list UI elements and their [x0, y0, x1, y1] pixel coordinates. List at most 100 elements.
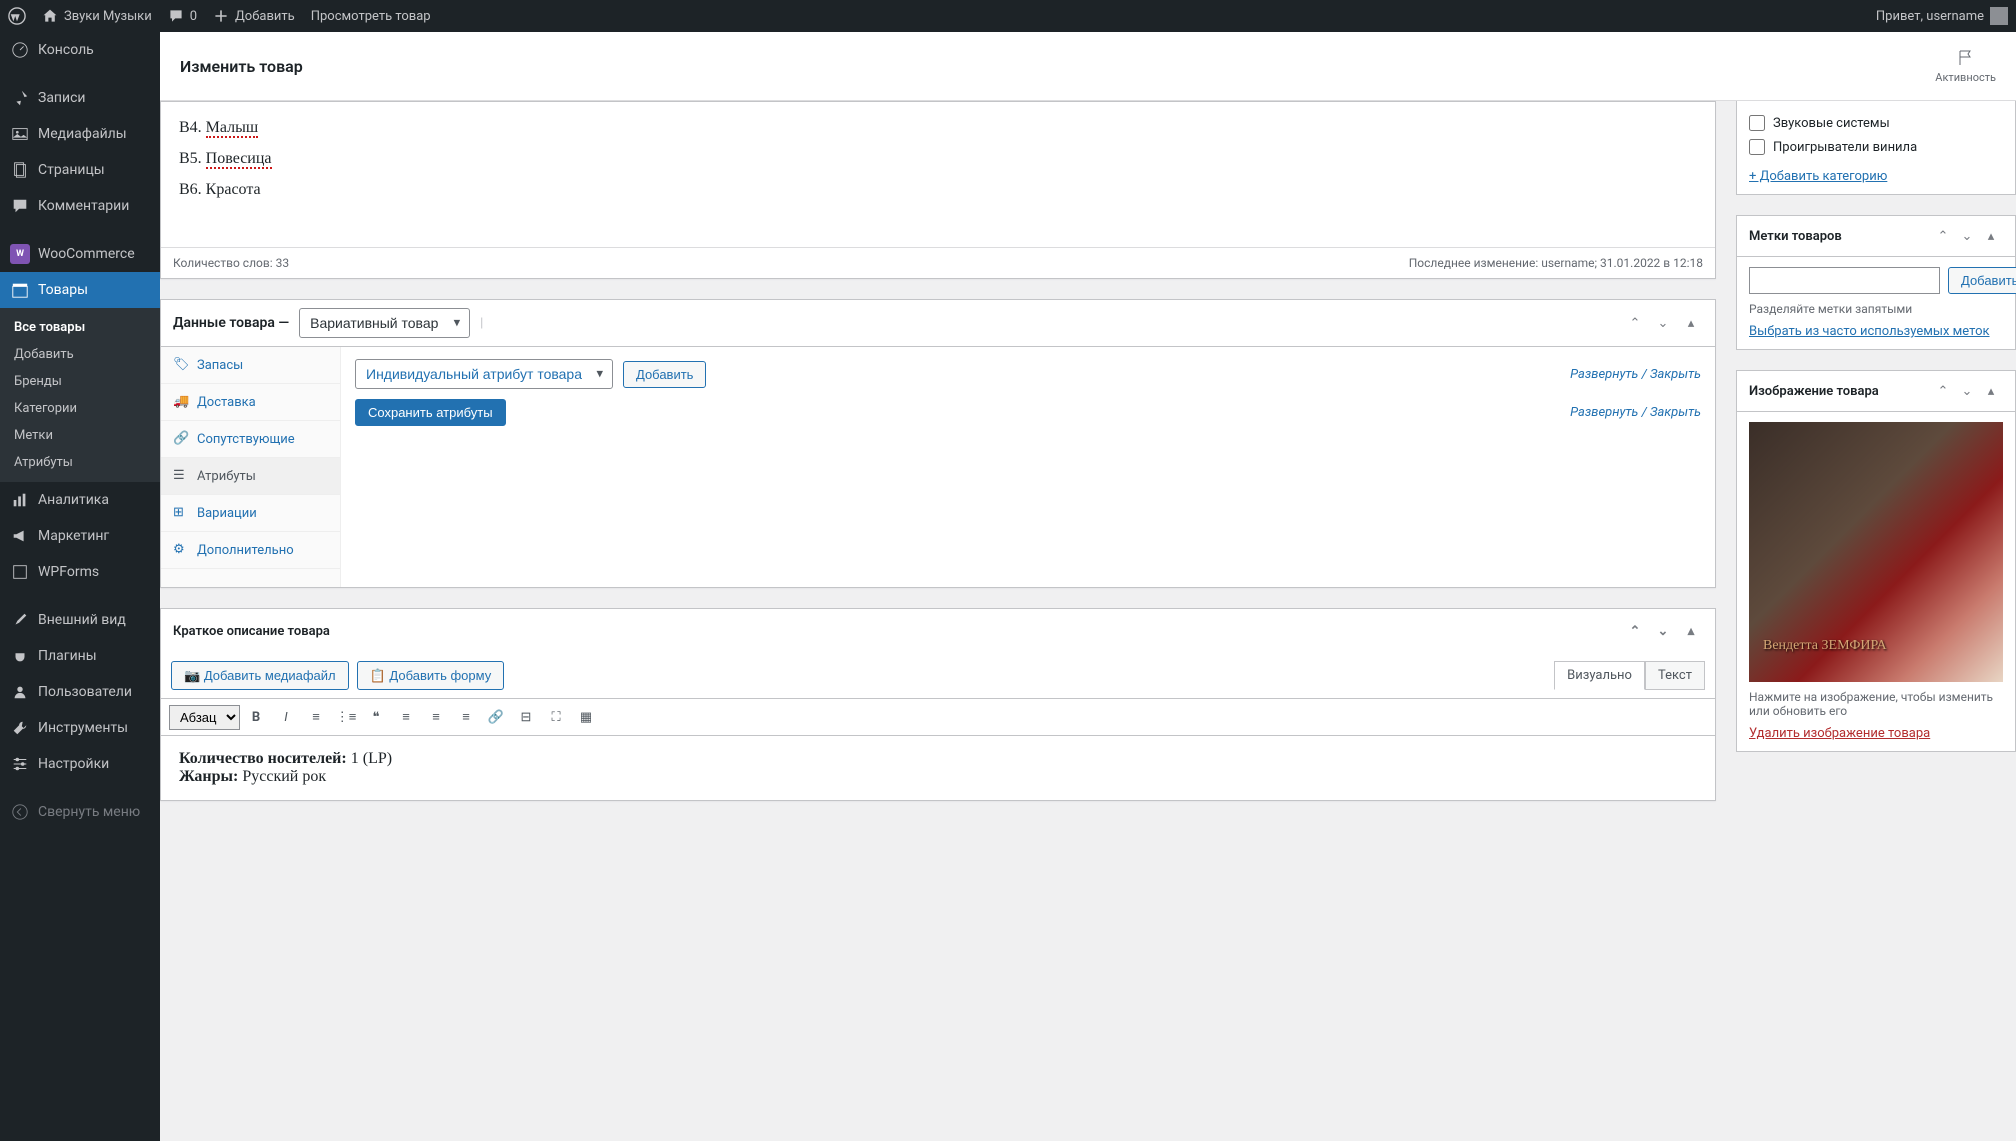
- menu-tools[interactable]: Инструменты: [0, 710, 160, 746]
- tab-attributes[interactable]: ☰Атрибуты: [161, 458, 340, 495]
- move-up-icon[interactable]: ⌃: [1931, 379, 1955, 403]
- category-checkbox[interactable]: [1749, 115, 1765, 131]
- bold-icon[interactable]: B: [242, 703, 270, 731]
- visual-tab[interactable]: Визуально: [1554, 661, 1645, 690]
- menu-label: Медиафайлы: [38, 126, 127, 142]
- kitchen-sink-icon[interactable]: ▦: [572, 703, 600, 731]
- menu-label: Внешний вид: [38, 612, 126, 628]
- popular-tags-link[interactable]: Выбрать из часто используемых меток: [1749, 324, 1990, 339]
- text-tab[interactable]: Текст: [1645, 661, 1705, 690]
- menu-products[interactable]: Товары: [0, 272, 160, 308]
- add-new-link[interactable]: Добавить: [213, 8, 295, 24]
- menu-marketing[interactable]: Маркетинг: [0, 518, 160, 554]
- move-down-icon[interactable]: ⌄: [1651, 619, 1675, 643]
- move-down-icon[interactable]: ⌄: [1651, 311, 1675, 335]
- add-tag-button[interactable]: Добавить: [1948, 267, 2016, 294]
- add-media-button[interactable]: 📷 Добавить медиафайл: [171, 661, 349, 690]
- italic-icon[interactable]: I: [272, 703, 300, 731]
- product-image-thumbnail[interactable]: [1749, 422, 2003, 682]
- submenu-categories[interactable]: Категории: [0, 395, 160, 422]
- dashboard-icon: [10, 40, 30, 60]
- move-up-icon[interactable]: ⌃: [1931, 224, 1955, 248]
- menu-settings[interactable]: Настройки: [0, 746, 160, 782]
- menu-media[interactable]: Медиафайлы: [0, 116, 160, 152]
- format-select[interactable]: Абзац: [169, 705, 240, 730]
- add-form-button[interactable]: 📋 Добавить форму: [357, 661, 505, 690]
- collapse-icon[interactable]: ▴: [1679, 619, 1703, 643]
- submenu-all-products[interactable]: Все товары: [0, 314, 160, 341]
- menu-pages[interactable]: Страницы: [0, 152, 160, 188]
- remove-image-link[interactable]: Удалить изображение товара: [1749, 726, 1930, 741]
- menu-posts[interactable]: Записи: [0, 80, 160, 116]
- menu-analytics[interactable]: Аналитика: [0, 482, 160, 518]
- menu-console[interactable]: Консоль: [0, 32, 160, 68]
- align-center-icon[interactable]: ≡: [422, 703, 450, 731]
- category-checkbox-row[interactable]: Звуковые системы: [1749, 111, 2003, 135]
- menu-appearance[interactable]: Внешний вид: [0, 602, 160, 638]
- content-editor[interactable]: B4. Малыш B5. Повесица B6. Красота: [161, 102, 1715, 247]
- collapse-icon[interactable]: ▴: [1979, 224, 2003, 248]
- activity-button[interactable]: Активность: [1935, 48, 1996, 84]
- menu-plugins[interactable]: Плагины: [0, 638, 160, 674]
- quote-icon[interactable]: ❝: [362, 703, 390, 731]
- greeting[interactable]: Привет, username: [1876, 7, 2008, 25]
- collapse-menu[interactable]: Свернуть меню: [0, 794, 160, 830]
- view-product-link[interactable]: Просмотреть товар: [311, 9, 431, 24]
- archive-icon: [10, 280, 30, 300]
- tags-hint: Разделяйте метки запятыми: [1749, 302, 2003, 316]
- comments-count: 0: [190, 9, 197, 24]
- tag-input[interactable]: [1749, 267, 1940, 294]
- collapse-icon[interactable]: ▴: [1679, 311, 1703, 335]
- align-left-icon[interactable]: ≡: [392, 703, 420, 731]
- submenu-add[interactable]: Добавить: [0, 341, 160, 368]
- collapse-icon[interactable]: ▴: [1979, 379, 2003, 403]
- menu-comments[interactable]: Комментарии: [0, 188, 160, 224]
- wp-logo[interactable]: [8, 7, 26, 25]
- category-checkbox[interactable]: [1749, 139, 1765, 155]
- readmore-icon[interactable]: ⊟: [512, 703, 540, 731]
- menu-label: Консоль: [38, 42, 94, 58]
- short-desc-editor[interactable]: Количество носителей: 1 (LP) Жанры: Русс…: [161, 736, 1715, 800]
- attribute-select[interactable]: Индивидуальный атрибут товара: [355, 359, 613, 389]
- tab-linked[interactable]: 🔗Сопутствующие: [161, 421, 340, 458]
- tab-advanced[interactable]: ⚙Дополнительно: [161, 532, 340, 569]
- site-home-link[interactable]: Звуки Музыки: [42, 8, 152, 24]
- bullet-list-icon[interactable]: ≡: [302, 703, 330, 731]
- save-attributes-button[interactable]: Сохранить атрибуты: [355, 399, 506, 426]
- fullscreen-icon[interactable]: ⛶: [542, 703, 570, 731]
- align-right-icon[interactable]: ≡: [452, 703, 480, 731]
- tab-inventory[interactable]: 🏷Запасы: [161, 347, 340, 384]
- move-up-icon[interactable]: ⌃: [1623, 619, 1647, 643]
- menu-wpforms[interactable]: WPForms: [0, 554, 160, 590]
- submenu-attributes[interactable]: Атрибуты: [0, 449, 160, 476]
- tab-shipping[interactable]: 🚚Доставка: [161, 384, 340, 421]
- submenu-brands[interactable]: Бренды: [0, 368, 160, 395]
- category-checkbox-row[interactable]: Проигрыватели винила: [1749, 135, 2003, 159]
- submenu-tags[interactable]: Метки: [0, 422, 160, 449]
- spellcheck-word: Малыш: [206, 119, 259, 138]
- close-link[interactable]: Закрыть: [1650, 405, 1701, 420]
- menu-woocommerce[interactable]: WWooCommerce: [0, 236, 160, 272]
- expand-link[interactable]: Развернуть: [1570, 367, 1638, 382]
- menu-label: Записи: [38, 90, 86, 106]
- number-list-icon[interactable]: ⋮≡: [332, 703, 360, 731]
- pages-icon: [10, 160, 30, 180]
- short-desc-title: Краткое описание товара: [173, 624, 330, 639]
- menu-users[interactable]: Пользователи: [0, 674, 160, 710]
- close-link[interactable]: Закрыть: [1650, 367, 1701, 382]
- link-icon[interactable]: 🔗: [482, 703, 510, 731]
- product-type-select[interactable]: Вариативный товар: [299, 308, 470, 338]
- site-name: Звуки Музыки: [64, 9, 152, 24]
- grid-icon: ⊞: [173, 505, 189, 521]
- expand-link[interactable]: Развернуть: [1570, 405, 1638, 420]
- tab-variations[interactable]: ⊞Вариации: [161, 495, 340, 532]
- move-up-icon[interactable]: ⌃: [1623, 311, 1647, 335]
- add-new-label: Добавить: [235, 9, 295, 24]
- move-down-icon[interactable]: ⌄: [1955, 379, 1979, 403]
- add-attribute-button[interactable]: Добавить: [623, 361, 706, 388]
- image-title: Изображение товара: [1749, 384, 1931, 399]
- move-down-icon[interactable]: ⌄: [1955, 224, 1979, 248]
- comments-link[interactable]: 0: [168, 8, 197, 24]
- menu-label: Инструменты: [38, 720, 128, 736]
- add-category-link[interactable]: + Добавить категорию: [1749, 169, 1887, 184]
